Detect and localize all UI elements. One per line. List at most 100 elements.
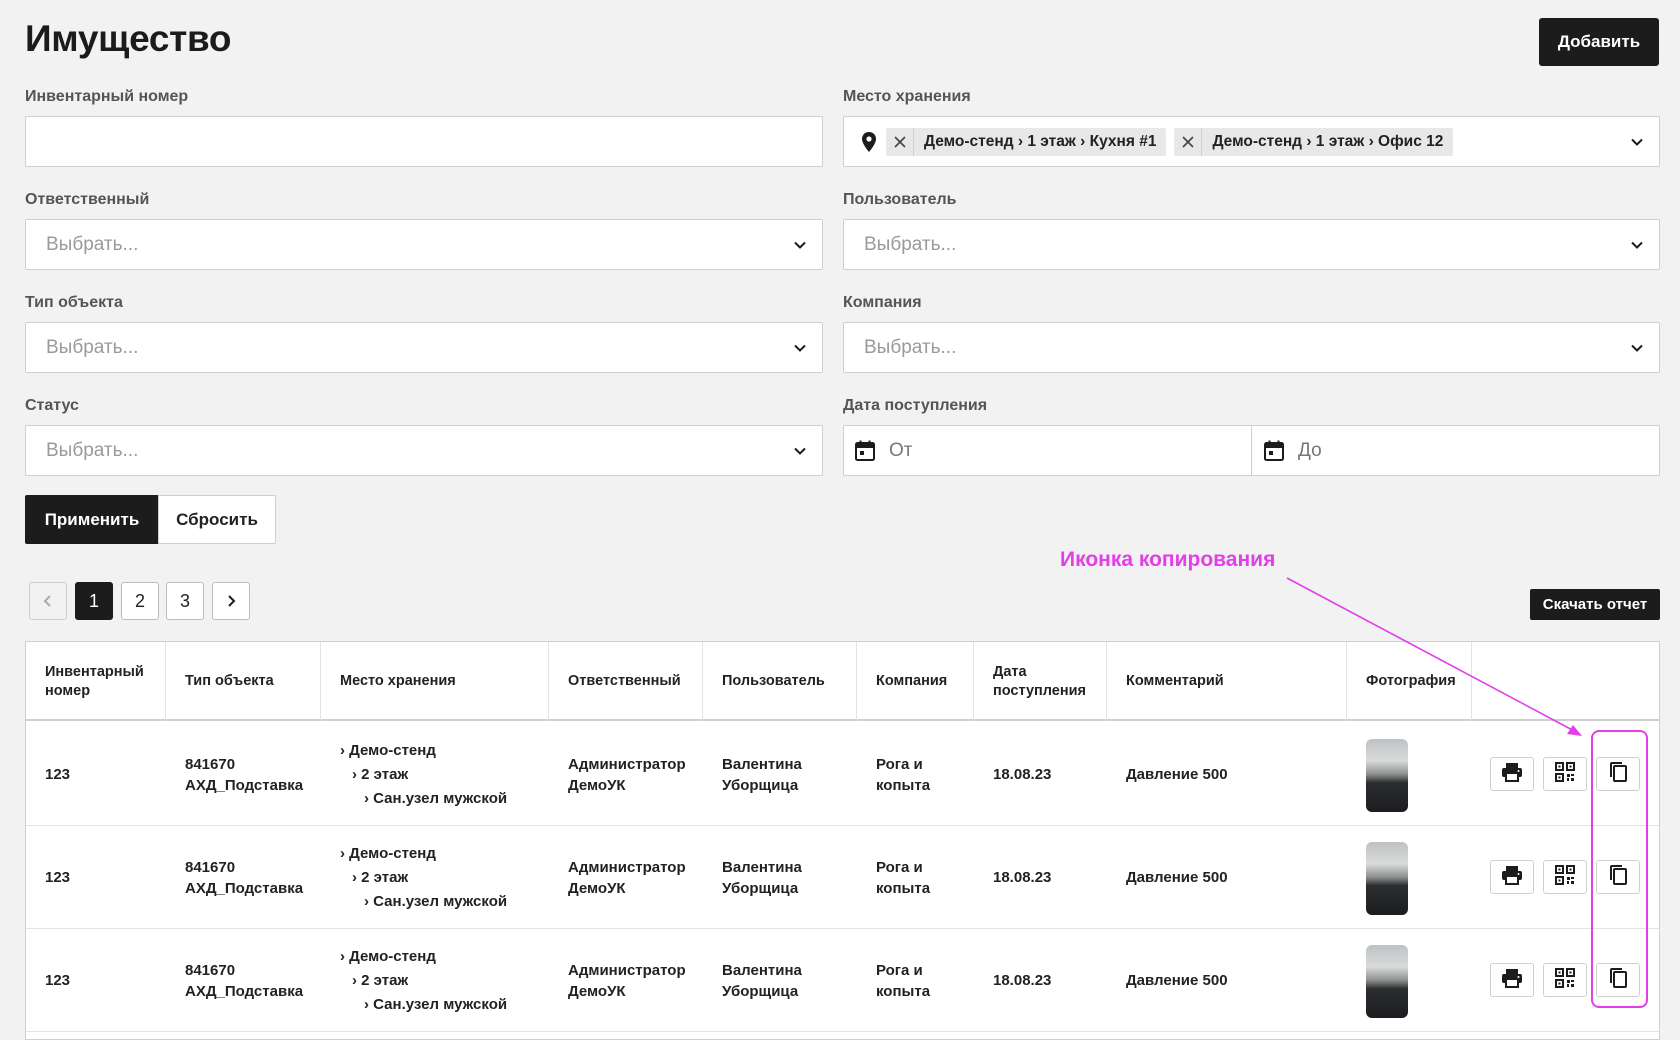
- location-level-1: › Демо-стенд: [340, 947, 436, 965]
- asset-photo-thumbnail[interactable]: [1366, 739, 1408, 812]
- user-role: Уборщица: [722, 879, 799, 897]
- print-button[interactable]: [1490, 963, 1534, 997]
- apply-button[interactable]: Применить: [25, 495, 159, 544]
- qr-code-button[interactable]: [1543, 860, 1587, 894]
- col-photo[interactable]: Фотография: [1347, 642, 1472, 721]
- user-select[interactable]: Выбрать...: [843, 219, 1660, 270]
- prev-page-button[interactable]: [29, 582, 67, 620]
- responsible-select[interactable]: Выбрать...: [25, 219, 823, 270]
- col-comment[interactable]: Комментарий: [1107, 642, 1347, 721]
- inventory-number-field[interactable]: [25, 116, 823, 167]
- cell-company: Рога и копыта: [857, 723, 974, 826]
- chevron-down-icon[interactable]: [793, 444, 807, 458]
- object-type-code: 841670: [185, 961, 236, 979]
- cell-responsible: Администратор ДемоУК: [549, 826, 703, 929]
- user-role: Уборщица: [722, 982, 799, 1000]
- remove-tag-icon[interactable]: [886, 127, 914, 156]
- reset-button[interactable]: Сбросить: [158, 495, 276, 544]
- download-report-button[interactable]: Скачать отчет: [1530, 589, 1660, 620]
- cell-date: 18.08.23: [993, 766, 1052, 783]
- status-select[interactable]: Выбрать...: [25, 425, 823, 476]
- date-from-input[interactable]: От: [844, 426, 1252, 475]
- add-button[interactable]: Добавить: [1539, 18, 1659, 66]
- cell-responsible: Администратор ДемоУК: [549, 929, 703, 1032]
- qr-code-button[interactable]: [1543, 757, 1587, 791]
- col-responsible[interactable]: Ответственный: [549, 642, 703, 721]
- asset-photo-thumbnail[interactable]: [1366, 945, 1408, 1018]
- chevron-down-icon[interactable]: [1630, 238, 1644, 252]
- col-user[interactable]: Пользователь: [703, 642, 857, 721]
- cell-object-type: 841670 АХД_Подставка: [166, 929, 321, 1032]
- company-line-2: копыта: [876, 879, 931, 897]
- cell-comment: Давление 500: [1126, 972, 1228, 989]
- remove-tag-icon[interactable]: [1174, 127, 1203, 156]
- cell-comment: Давление 500: [1126, 766, 1228, 783]
- location-tag-label: Демо-стенд › 1 этаж › Офис 12: [1212, 132, 1444, 150]
- copy-button[interactable]: [1596, 963, 1640, 997]
- print-button[interactable]: [1490, 757, 1534, 791]
- cell-comment: Давление 500: [1126, 869, 1228, 886]
- col-object-type[interactable]: Тип объекта: [166, 642, 321, 721]
- responsible-placeholder: Выбрать...: [46, 233, 139, 255]
- cell-location: › Демо-стенд › 2 этаж › Сан.узел мужской: [321, 826, 549, 929]
- user-name: Валентина: [722, 755, 802, 773]
- cell-user: Валентина Уборщица: [703, 929, 857, 1032]
- chevron-down-icon[interactable]: [793, 238, 807, 252]
- print-button[interactable]: [1490, 860, 1534, 894]
- status-label: Статус: [25, 397, 79, 414]
- col-company[interactable]: Компания: [857, 642, 974, 721]
- page-1-button[interactable]: 1: [75, 582, 113, 620]
- company-line-1: Рога и: [876, 858, 923, 876]
- copy-icon: [1608, 761, 1628, 788]
- location-tag-label: Демо-стенд › 1 этаж › Кухня #1: [924, 132, 1157, 150]
- calendar-icon: [855, 440, 875, 461]
- date-to-input[interactable]: До: [1253, 426, 1659, 475]
- object-type-name: АХД_Подставка: [185, 879, 304, 897]
- chevron-down-icon[interactable]: [793, 341, 807, 355]
- cell-user: Валентина Уборщица: [703, 723, 857, 826]
- col-inventory-number[interactable]: Инвентарный номер: [26, 642, 166, 721]
- col-location[interactable]: Место хранения: [321, 642, 549, 721]
- inventory-number-label: Инвентарный номер: [25, 88, 189, 105]
- cell-location: › Демо-стенд › 2 этаж › Сан.узел мужской: [321, 723, 549, 826]
- object-type-select[interactable]: Выбрать...: [25, 322, 823, 373]
- copy-button[interactable]: [1596, 757, 1640, 791]
- status-placeholder: Выбрать...: [46, 439, 139, 461]
- location-level-1: › Демо-стенд: [340, 844, 436, 862]
- inventory-number-input[interactable]: [26, 117, 822, 166]
- table-row[interactable]: 123 841670 АХД_Подставка › Демо-стенд › 2 эт…: [26, 826, 1659, 929]
- cell-responsible: Администратор ДемоУК: [549, 723, 703, 826]
- company-line-1: Рога и: [876, 961, 923, 979]
- user-label: Пользователь: [843, 191, 957, 208]
- header-text: поступления: [993, 682, 1086, 699]
- qr-code-button[interactable]: [1543, 963, 1587, 997]
- qr-code-icon: [1555, 967, 1575, 993]
- company-select[interactable]: Выбрать...: [843, 322, 1660, 373]
- qr-code-icon: [1555, 761, 1575, 787]
- table-row[interactable]: 123 841670 АХД_Подставка › Демо-стенд › 2 эт…: [26, 723, 1659, 826]
- cell-company: Рога и копыта: [857, 929, 974, 1032]
- location-pin-icon: [862, 131, 876, 152]
- cell-location: › Демо-стенд › 2 этаж › Сан.узел мужской: [321, 929, 549, 1032]
- qr-code-icon: [1555, 864, 1575, 890]
- next-page-button[interactable]: [212, 582, 250, 620]
- date-label: Дата поступления: [843, 397, 988, 414]
- copy-button[interactable]: [1596, 860, 1640, 894]
- chevron-down-icon[interactable]: [1630, 341, 1644, 355]
- cell-object-type: 841670 АХД_Подставка: [166, 723, 321, 826]
- calendar-icon: [1264, 440, 1284, 461]
- location-label: Место хранения: [843, 88, 971, 105]
- location-select[interactable]: Демо-стенд › 1 этаж › Кухня #1 Демо-стен…: [843, 116, 1660, 167]
- table-row[interactable]: 123 841670 АХД_Подставка › Демо-стенд › 2 эт…: [26, 929, 1659, 1032]
- col-date[interactable]: Дата поступления: [974, 642, 1107, 721]
- page-3-button[interactable]: 3: [166, 582, 204, 620]
- col-actions: [1472, 642, 1659, 721]
- copy-icon-annotation: Иконка копирования: [1060, 548, 1276, 571]
- chevron-down-icon[interactable]: [1630, 135, 1644, 149]
- company-line-1: Рога и: [876, 755, 923, 773]
- location-level-2: › 2 этаж: [352, 971, 409, 989]
- object-type-code: 841670: [185, 755, 236, 773]
- cell-inventory-number: 123: [45, 869, 71, 886]
- asset-photo-thumbnail[interactable]: [1366, 842, 1408, 915]
- page-2-button[interactable]: 2: [121, 582, 159, 620]
